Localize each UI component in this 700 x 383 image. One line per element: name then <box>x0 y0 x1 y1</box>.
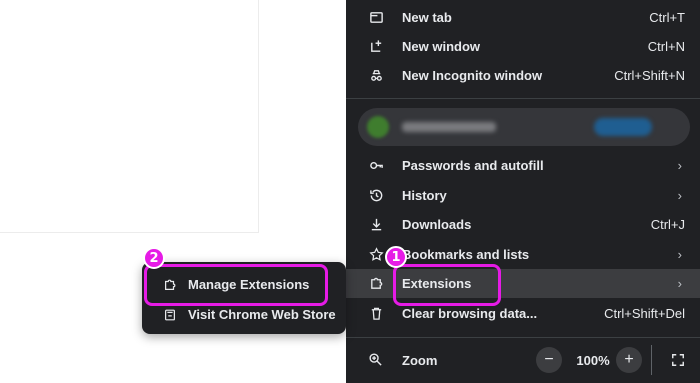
zoom-divider <box>651 345 652 375</box>
menu-item-label: New window <box>402 39 480 54</box>
step-badge-1: 1 <box>385 246 407 268</box>
menu-item-new-tab[interactable]: New tab Ctrl+T <box>346 3 700 32</box>
shortcut-label: Ctrl+Shift+N <box>614 68 685 83</box>
shortcut-label: Ctrl+J <box>650 217 685 232</box>
zoom-out-button[interactable]: − <box>536 347 562 373</box>
submenu-item-label: Visit Chrome Web Store <box>188 307 336 322</box>
fullscreen-icon <box>672 354 684 366</box>
menu-item-new-incognito-window[interactable]: New Incognito window Ctrl+Shift+N <box>346 61 700 90</box>
callout-manage-extensions <box>144 264 328 306</box>
shortcut-label: Ctrl+T <box>649 10 685 25</box>
chrome-main-menu: New tab Ctrl+T New window Ctrl+N New Inc… <box>346 0 700 383</box>
zoom-icon <box>368 352 384 368</box>
menu-item-label: New tab <box>402 10 452 25</box>
trash-icon <box>368 306 384 322</box>
incognito-icon <box>368 68 384 84</box>
menu-item-label: Downloads <box>402 217 472 232</box>
menu-item-new-window[interactable]: New window Ctrl+N <box>346 32 700 61</box>
step-badge-2: 2 <box>143 247 165 269</box>
menu-item-label: Passwords and autofill <box>402 158 544 173</box>
zoom-row: Zoom − 100% + <box>346 345 700 375</box>
menu-item-label: Clear browsing data... <box>402 306 538 321</box>
chevron-right-icon: › <box>677 276 682 291</box>
menu-item-label: New Incognito window <box>402 68 543 83</box>
profile-name-blurred <box>402 122 496 132</box>
menu-item-label: History <box>402 188 447 203</box>
chevron-right-icon: › <box>677 158 682 173</box>
new-tab-icon <box>368 10 384 26</box>
fullscreen-button[interactable] <box>665 347 691 373</box>
shortcut-label: Ctrl+Shift+Del <box>604 306 685 321</box>
chevron-right-icon: › <box>677 188 682 203</box>
callout-extensions <box>393 264 501 306</box>
shortcut-label: Ctrl+N <box>647 39 685 54</box>
new-window-icon <box>368 39 384 55</box>
menu-item-history[interactable]: History › <box>346 181 700 210</box>
menu-item-passwords-and-autofill[interactable]: Passwords and autofill › <box>346 151 700 180</box>
zoom-label: Zoom <box>402 353 438 368</box>
menu-divider <box>346 337 700 338</box>
web-store-icon <box>162 307 178 323</box>
blank-page-panel <box>0 0 259 233</box>
history-icon <box>368 188 384 204</box>
profile-row[interactable] <box>358 108 690 146</box>
key-icon <box>368 158 384 174</box>
star-icon <box>368 247 384 263</box>
menu-divider <box>346 98 700 99</box>
download-icon <box>368 217 384 233</box>
puzzle-icon <box>368 276 384 292</box>
chevron-right-icon: › <box>677 247 682 262</box>
zoom-level: 100% <box>576 353 610 368</box>
profile-avatar <box>367 116 389 138</box>
profile-badge-blurred <box>594 118 652 136</box>
menu-item-downloads[interactable]: Downloads Ctrl+J <box>346 210 700 239</box>
menu-item-label: Bookmarks and lists <box>402 247 530 262</box>
zoom-in-button[interactable]: + <box>616 347 642 373</box>
